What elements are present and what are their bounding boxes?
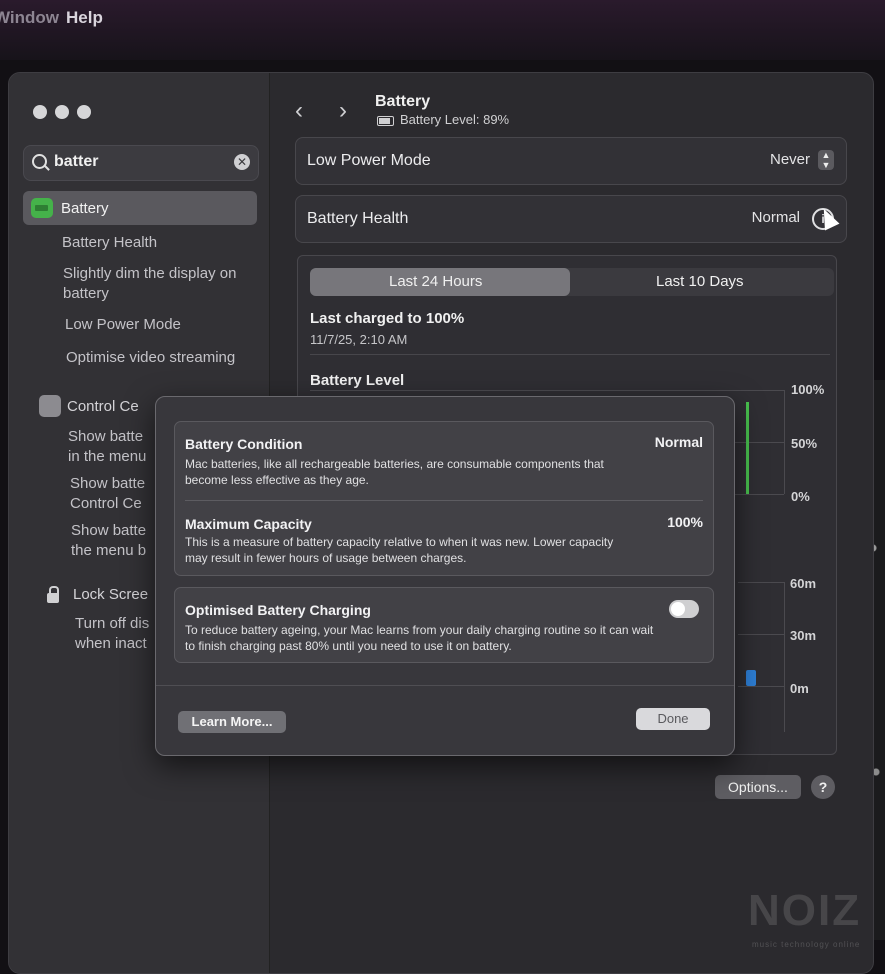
menu-window[interactable]: Window — [0, 8, 59, 28]
last-charged-date: 11/7/25, 2:10 AM — [310, 332, 408, 347]
level-axis-label: 0% — [791, 489, 810, 504]
battery-health-label: Battery Health — [307, 210, 409, 227]
battery-level-text: Battery Level: 89% — [400, 112, 510, 127]
done-button[interactable]: Done — [636, 708, 710, 730]
screen-axis-label: 0m — [790, 681, 809, 696]
optimised-charging-description: To reduce battery ageing, your Mac learn… — [185, 623, 654, 653]
screen-on-usage-bar — [746, 670, 756, 686]
sidebar-result-show-battery-menu-bar[interactable]: Show batte the menu b — [71, 521, 157, 561]
lock-icon — [47, 586, 59, 603]
low-power-mode-stepper[interactable]: ▲ ▼ — [818, 150, 834, 170]
last-charged-text: Last charged to 100% — [310, 310, 465, 327]
divider — [185, 500, 703, 501]
battery-condition-description: Mac batteries, like all rechargeable bat… — [185, 457, 604, 487]
watermark-tagline: music technology online — [752, 940, 861, 949]
battery-health-value: Normal — [751, 209, 800, 226]
divider — [156, 685, 734, 686]
learn-more-button[interactable]: Learn More... — [178, 711, 286, 733]
sidebar-item-battery[interactable]: Battery — [23, 191, 257, 225]
zoom-window-button[interactable] — [77, 105, 91, 119]
grid-line — [784, 582, 785, 732]
tab-last-24-hours-label: Last 24 Hours — [389, 273, 483, 290]
tab-last-10-days[interactable]: Last 10 Days — [656, 273, 744, 290]
battery-condition-value: Normal — [654, 434, 703, 450]
menu-bar: Window Help — [0, 0, 885, 60]
divider — [310, 354, 830, 355]
control-centre-icon — [39, 395, 61, 417]
maximum-capacity-value: 100% — [667, 514, 703, 530]
low-power-mode-row: Low Power Mode Never ▲ ▼ — [295, 137, 847, 185]
close-window-button[interactable] — [33, 105, 47, 119]
maximum-capacity-description: This is a measure of battery capacity re… — [185, 535, 614, 565]
screen-axis-label: 60m — [790, 576, 817, 591]
sidebar-result-video-streaming[interactable]: Optimise video streaming — [66, 348, 235, 368]
sidebar-result-dim-display[interactable]: Slightly dim the display on battery — [63, 264, 253, 304]
maximum-capacity-title: Maximum Capacity — [185, 516, 312, 532]
search-field[interactable]: batter ✕ — [23, 145, 259, 181]
sidebar-result-battery-health[interactable]: Battery Health — [62, 233, 157, 253]
time-range-segmented-control[interactable]: Last 24 Hours Last 10 Days — [310, 268, 834, 296]
screen-axis-label: 30m — [790, 628, 817, 643]
battery-status-icon — [377, 115, 394, 126]
battery-health-sheet: Battery Condition Normal Mac batteries, … — [155, 396, 735, 756]
battery-condition-title: Battery Condition — [185, 436, 303, 452]
battery-level-bar — [746, 402, 749, 494]
battery-health-row: Battery Health Normal i — [295, 195, 847, 243]
sidebar-item-control-centre[interactable]: Control Ce — [67, 398, 139, 415]
help-button[interactable]: ? — [811, 775, 835, 799]
search-input[interactable]: batter — [54, 153, 98, 171]
low-power-mode-label: Low Power Mode — [307, 152, 431, 169]
grid-line — [738, 634, 784, 635]
sidebar-result-low-power[interactable]: Low Power Mode — [65, 315, 181, 335]
low-power-mode-value[interactable]: Never — [770, 151, 810, 168]
minimize-window-button[interactable] — [55, 105, 69, 119]
options-button[interactable]: Options... — [715, 775, 801, 799]
sidebar-result-show-battery-menu[interactable]: Show batte in the menu — [68, 427, 154, 467]
level-axis-label: 100% — [791, 382, 825, 397]
clear-search-icon[interactable]: ✕ — [234, 154, 250, 170]
page-title: Battery — [375, 93, 431, 110]
grid-line — [784, 390, 785, 494]
grid-line — [310, 390, 784, 391]
sidebar-result-show-battery-cc[interactable]: Show batte Control Ce — [70, 474, 156, 514]
watermark-logo: NOIZ — [748, 886, 862, 935]
level-axis-label: 50% — [791, 436, 818, 451]
battery-icon — [31, 198, 53, 218]
grid-line — [738, 686, 784, 687]
forward-arrow-icon[interactable]: › — [339, 97, 347, 125]
optimised-charging-toggle[interactable] — [669, 600, 699, 618]
menu-help[interactable]: Help — [66, 8, 103, 28]
sidebar-item-lock-screen[interactable]: Lock Scree — [73, 586, 148, 603]
tab-last-24-hours[interactable]: Last 24 Hours — [310, 268, 570, 296]
search-icon — [32, 154, 47, 169]
optimised-charging-title: Optimised Battery Charging — [185, 602, 371, 618]
battery-level-subtitle: Battery Level: 89% — [377, 112, 509, 127]
sidebar-item-label: Battery — [61, 200, 109, 217]
back-arrow-icon[interactable]: ‹ — [295, 97, 303, 125]
grid-line — [738, 582, 784, 583]
optimised-charging-group: Optimised Battery Charging To reduce bat… — [174, 587, 714, 663]
battery-info-group: Battery Condition Normal Mac batteries, … — [174, 421, 714, 576]
battery-level-title: Battery Level — [310, 372, 405, 389]
sidebar-result-turn-off-display[interactable]: Turn off dis when inact — [75, 614, 155, 654]
